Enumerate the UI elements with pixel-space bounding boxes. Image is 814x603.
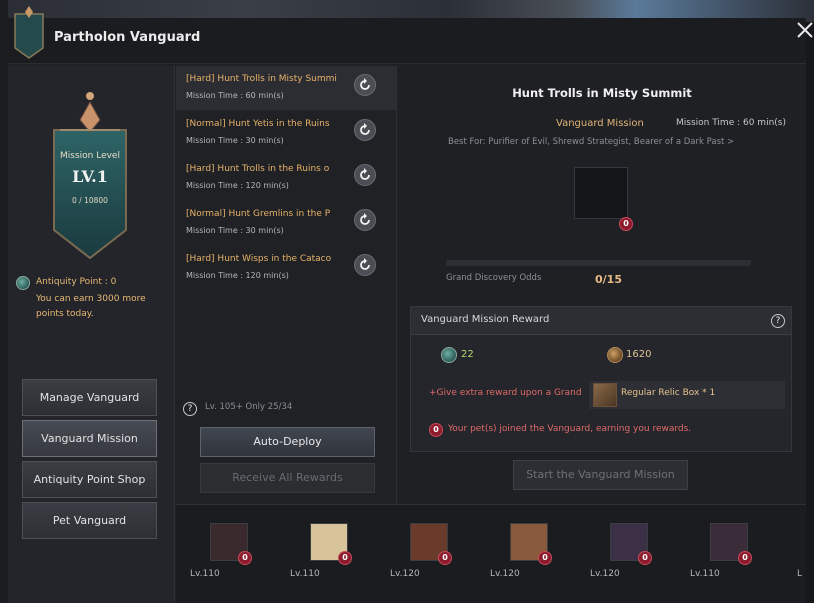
mission-time: Mission Time : 30 min(s) — [186, 136, 284, 145]
pet-card[interactable]: 0 Lv.120 — [476, 523, 552, 593]
pet-badge: 0 — [238, 551, 252, 565]
best-for-link[interactable]: Best For: Purifier of Evil, Shrewd Strat… — [448, 137, 734, 147]
pet-card[interactable]: 0 Lv.120 — [376, 523, 452, 593]
antiquity-point-shop-button[interactable]: Antiquity Point Shop — [22, 461, 157, 498]
mission-name: [Hard] Hunt Trolls in Misty Summi — [186, 74, 337, 84]
pet-level: Lv.110 — [690, 569, 720, 579]
pet-badge: 0 — [638, 551, 652, 565]
title-bar: Partholon Vanguard — [8, 6, 806, 64]
slot-count-badge: 0 — [619, 217, 633, 231]
mission-level-value: LV.1 — [72, 167, 108, 186]
pet-level: Lv.120 — [490, 569, 520, 579]
extra-reward-text: +Give extra reward upon a Grand — [429, 388, 581, 398]
pet-vanguard-button[interactable]: Pet Vanguard — [22, 502, 157, 539]
pet-level: Lv.110 — [290, 569, 320, 579]
reward-help-icon[interactable]: ? — [771, 314, 785, 328]
antiquity-point-label: Antiquity Point : 0 — [36, 277, 117, 287]
reward-title: Vanguard Mission Reward — [421, 314, 550, 325]
mission-time: Mission Time : 60 min(s) — [186, 91, 284, 100]
pet-count-badge: 0 — [429, 423, 443, 437]
grand-discovery-odds-label: Grand Discovery Odds — [446, 273, 542, 283]
mission-time: Mission Time : 120 min(s) — [186, 181, 289, 190]
relic-reward-row[interactable]: Regular Relic Box * 1 — [589, 381, 785, 409]
pet-badge: 0 — [338, 551, 352, 565]
refresh-icon[interactable] — [354, 119, 376, 141]
vanguard-mission-button[interactable]: Vanguard Mission — [22, 420, 157, 457]
mission-level-label: Mission Level — [60, 151, 120, 161]
manage-vanguard-button[interactable]: Manage Vanguard — [22, 379, 157, 416]
pet-level: Lv.110 — [190, 569, 220, 579]
mission-item[interactable]: [Hard] Hunt Wisps in the Cataco Mission … — [176, 246, 396, 290]
mission-name: [Normal] Hunt Yetis in the Ruins — [186, 119, 330, 129]
window-title: Partholon Vanguard — [54, 30, 201, 45]
pet-card[interactable]: 0 Lv.110 — [676, 523, 752, 593]
grand-discovery-odds-bar — [446, 260, 751, 266]
pet-badge: 0 — [738, 551, 752, 565]
vanguard-slot[interactable]: 0 — [574, 167, 633, 231]
reward-header: Vanguard Mission Reward ? — [411, 307, 791, 335]
mission-item[interactable]: [Normal] Hunt Yetis in the Ruins Mission… — [176, 111, 396, 155]
mission-time: Mission Time : 30 min(s) — [186, 226, 284, 235]
antiquity-point-icon — [441, 347, 457, 363]
pet-level: Lv.120 — [590, 569, 620, 579]
pet-card[interactable]: 0 Lv.110 — [276, 523, 352, 593]
antiquity-point-icon — [16, 276, 30, 290]
refresh-icon[interactable] — [354, 209, 376, 231]
help-icon[interactable]: ? — [183, 402, 197, 416]
level-requirement-text: Lv. 105+ Only 25/34 — [205, 402, 293, 412]
pet-reward-note: Your pet(s) joined the Vanguard, earning… — [448, 424, 692, 434]
mission-item[interactable]: [Normal] Hunt Gremlins in the P Mission … — [176, 201, 396, 245]
grand-discovery-odds-value: 0/15 — [595, 273, 622, 286]
relic-reward-text: Regular Relic Box * 1 — [621, 388, 716, 398]
mission-time-label: Mission Time : 60 min(s) — [676, 118, 786, 128]
refresh-icon[interactable] — [354, 164, 376, 186]
mission-detail-title: Hunt Trolls in Misty Summit — [512, 86, 692, 100]
mission-name: [Hard] Hunt Trolls in the Ruins o — [186, 164, 330, 174]
antiquity-reward-value: 22 — [461, 349, 474, 360]
antiquity-point-desc: You can earn 3000 more points today. — [36, 294, 146, 319]
mission-type-label: Vanguard Mission — [556, 118, 644, 129]
pet-card[interactable]: 0 Lv.120 — [576, 523, 652, 593]
mission-level-exp: 0 / 10800 — [72, 196, 108, 205]
close-icon[interactable] — [793, 18, 814, 42]
exp-icon — [607, 347, 623, 363]
receive-all-rewards-button[interactable]: Receive All Rewards — [200, 463, 375, 493]
pet-badge: 0 — [438, 551, 452, 565]
vanguard-emblem-icon — [14, 6, 44, 59]
refresh-icon[interactable] — [354, 254, 376, 276]
exp-reward-value: 1620 — [626, 349, 652, 360]
pet-card[interactable]: 0 Lv.110 — [176, 523, 252, 593]
start-mission-button[interactable]: Start the Vanguard Mission — [513, 460, 688, 490]
mission-item[interactable]: [Hard] Hunt Trolls in the Ruins o Missio… — [176, 156, 396, 200]
mission-item[interactable]: [Hard] Hunt Trolls in Misty Summi Missio… — [176, 66, 396, 110]
relic-box-icon — [593, 383, 617, 407]
mission-time: Mission Time : 120 min(s) — [186, 271, 289, 280]
auto-deploy-button[interactable]: Auto-Deploy — [200, 427, 375, 457]
refresh-icon[interactable] — [354, 74, 376, 96]
pet-roster: 0 Lv.110 0 Lv.110 0 Lv.120 0 Lv.120 0 Lv… — [176, 504, 806, 603]
pet-level: Lv.120 — [390, 569, 420, 579]
left-panel: Mission Level LV.1 0 / 10800 Antiquity P… — [8, 66, 175, 603]
vanguard-window: Partholon Vanguard Mission Level LV.1 0 … — [8, 6, 813, 603]
mission-name: [Normal] Hunt Gremlins in the P — [186, 209, 331, 219]
pet-level-overflow: L — [797, 569, 803, 579]
pet-badge: 0 — [538, 551, 552, 565]
reward-panel: Vanguard Mission Reward ? 22 1620 +Give … — [410, 306, 792, 452]
background-edge — [0, 0, 8, 603]
mission-name: [Hard] Hunt Wisps in the Cataco — [186, 254, 332, 264]
